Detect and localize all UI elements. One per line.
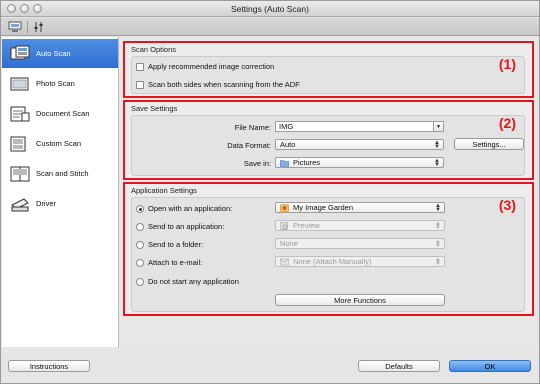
sidebar-item-label: Document Scan xyxy=(36,109,90,118)
section-title: Scan Options xyxy=(131,45,177,54)
open-with-application-radio[interactable]: Open with an application: xyxy=(136,204,232,213)
select-arrows-icon: ▲ ▼ xyxy=(435,221,441,231)
radio-label: Open with an application: xyxy=(148,204,233,213)
mail-icon xyxy=(280,258,289,265)
toolbar xyxy=(1,18,539,36)
sidebar-item-photo-scan[interactable]: Photo Scan xyxy=(2,69,118,98)
attach-to-email-select[interactable]: None (Attach Manually) ▲ ▼ xyxy=(275,256,445,267)
preview-icon xyxy=(280,221,288,230)
radio-button[interactable] xyxy=(136,240,144,249)
sidebar-item-label: Photo Scan xyxy=(36,79,75,88)
radio-label: Send to an application: xyxy=(148,222,225,231)
send-to-folder-value: None xyxy=(280,239,298,248)
sidebar-item-label: Driver xyxy=(36,199,56,208)
document-scan-icon xyxy=(10,106,30,121)
section-title: Application Settings xyxy=(131,186,197,195)
driver-icon xyxy=(11,197,29,211)
attach-to-email-radio[interactable]: Attach to e-mail: xyxy=(136,258,202,267)
section-title: Save Settings xyxy=(131,104,178,113)
custom-scan-icon xyxy=(10,136,26,151)
data-format-label: Data Format: xyxy=(227,141,271,150)
toolbar-divider xyxy=(27,21,28,33)
application-settings-section: Application Settings (3) Open with an ap… xyxy=(123,182,534,316)
sidebar-item-document-scan[interactable]: Document Scan xyxy=(2,99,118,128)
file-name-label: File Name: xyxy=(234,123,271,132)
radio-button[interactable] xyxy=(136,204,144,213)
more-functions-button[interactable]: More Functions xyxy=(275,294,445,306)
select-arrows-icon: ▲ ▼ xyxy=(434,140,440,150)
settings-content: Scan Options (1) Apply recommended image… xyxy=(119,37,538,347)
general-settings-tab[interactable] xyxy=(31,20,47,34)
radio-label: Attach to e-mail: xyxy=(148,258,203,267)
send-to-application-select[interactable]: Preview ▲ ▼ xyxy=(275,220,445,231)
section-marker: (1) xyxy=(498,56,516,72)
sidebar-item-label: Auto Scan xyxy=(36,49,71,58)
select-arrows-icon: ▲ ▼ xyxy=(434,158,440,168)
save-in-value: Pictures xyxy=(293,158,321,167)
radio-label: Send to a folder: xyxy=(148,240,204,249)
sidebar-item-scan-and-stitch[interactable]: Scan and Stitch xyxy=(2,159,118,188)
chevron-down-icon[interactable]: ▼ xyxy=(433,122,443,131)
title-bar: Settings (Auto Scan) xyxy=(1,1,539,17)
settings-button[interactable]: Settings... xyxy=(454,138,524,150)
data-format-select[interactable]: Auto ▲ ▼ xyxy=(275,139,444,150)
data-format-value: Auto xyxy=(280,140,296,149)
scan-options-section: Scan Options (1) Apply recommended image… xyxy=(123,41,534,98)
file-name-combobox[interactable]: IMG ▼ xyxy=(275,121,444,132)
my-image-garden-icon xyxy=(280,203,289,212)
radio-label: Do not start any application xyxy=(148,277,239,286)
do-not-start-application-radio[interactable]: Do not start any application xyxy=(136,277,239,286)
settings-window: Settings (Auto Scan) Auto Scan Photo Sca… xyxy=(0,0,540,384)
checkbox-box[interactable] xyxy=(136,80,144,89)
file-name-value: IMG xyxy=(279,122,294,131)
sidebar-item-custom-scan[interactable]: Custom Scan xyxy=(2,129,118,158)
window-title: Settings (Auto Scan) xyxy=(231,4,309,14)
checkbox-box[interactable] xyxy=(136,62,144,71)
scan-stitch-icon xyxy=(10,166,30,181)
folder-icon xyxy=(280,159,289,167)
sidebar-item-auto-scan[interactable]: Auto Scan xyxy=(2,39,118,68)
open-with-application-value: My Image Garden xyxy=(293,203,354,212)
sidebar-item-label: Custom Scan xyxy=(36,139,82,148)
open-with-application-select[interactable]: My Image Garden ▲ ▼ xyxy=(275,202,445,213)
auto-scan-icon xyxy=(10,45,30,59)
checkbox-label: Scan both sides when scanning from the A… xyxy=(148,80,300,89)
defaults-button[interactable]: Defaults xyxy=(358,360,440,372)
instructions-button[interactable]: Instructions xyxy=(8,360,90,372)
save-settings-section: Save Settings (2) File Name: IMG ▼ Data … xyxy=(123,100,534,180)
sidebar-item-label: Scan and Stitch xyxy=(36,169,89,178)
checkbox-label: Apply recommended image correction xyxy=(148,62,275,71)
section-marker: (2) xyxy=(498,115,516,131)
radio-button[interactable] xyxy=(136,222,144,231)
send-to-application-radio[interactable]: Send to an application: xyxy=(136,222,224,231)
scan-from-computer-tab[interactable] xyxy=(7,20,23,34)
attach-to-email-value: None (Attach Manually) xyxy=(293,257,372,266)
general-settings-icon xyxy=(34,22,43,32)
sidebar: Auto Scan Photo Scan Document Scan Custo… xyxy=(2,37,119,347)
send-to-folder-radio[interactable]: Send to a folder: xyxy=(136,240,203,249)
save-in-label: Save in: xyxy=(243,159,271,168)
select-arrows-icon: ▲ ▼ xyxy=(435,257,441,267)
section-marker: (3) xyxy=(498,197,516,213)
sidebar-item-driver[interactable]: Driver xyxy=(2,189,118,218)
save-in-select[interactable]: Pictures ▲ ▼ xyxy=(275,157,444,168)
select-arrows-icon: ▲ ▼ xyxy=(435,239,441,249)
ok-button[interactable]: OK xyxy=(449,360,531,372)
photo-scan-icon xyxy=(10,77,29,90)
apply-correction-checkbox[interactable]: Apply recommended image correction xyxy=(136,62,274,71)
send-to-application-value: Preview xyxy=(293,221,320,230)
send-to-folder-select[interactable]: None ▲ ▼ xyxy=(275,238,445,249)
radio-button[interactable] xyxy=(136,277,144,286)
scan-both-sides-checkbox[interactable]: Scan both sides when scanning from the A… xyxy=(136,80,300,89)
radio-button[interactable] xyxy=(136,258,144,267)
computer-scan-icon xyxy=(8,21,22,32)
select-arrows-icon: ▲ ▼ xyxy=(435,203,441,213)
